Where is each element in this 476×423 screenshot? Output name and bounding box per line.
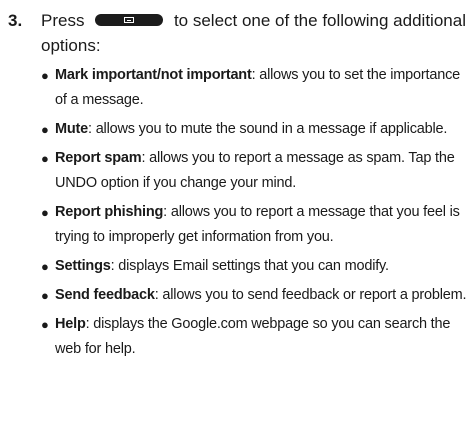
bullet-icon: ● <box>41 317 49 332</box>
option-term: Report spam <box>55 150 142 166</box>
option-term: Settings <box>55 258 111 274</box>
bullet-icon: ● <box>41 151 49 166</box>
option-term: Report phishing <box>55 204 164 220</box>
bullet-icon: ● <box>41 122 49 137</box>
step-instruction: Press to select one of the following add… <box>41 8 470 58</box>
step-3: 3. Press to select one of the following … <box>8 8 470 362</box>
list-item: ● Report spam: allows you to report a mes… <box>41 146 470 196</box>
list-item: ● Settings: displays Email settings that … <box>41 254 470 279</box>
option-description: : allows you to send feedback or report … <box>154 287 467 303</box>
option-term: Help <box>55 316 86 332</box>
menu-key-icon <box>95 14 164 27</box>
step-text-before: Press <box>41 11 85 30</box>
bullet-icon: ● <box>41 259 49 274</box>
option-description: : allows you to mute the sound in a mess… <box>88 121 448 137</box>
list-item: ● Mark important/not important: allows yo… <box>41 63 470 113</box>
bullet-icon: ● <box>41 288 49 303</box>
list-item: ● Mute: allows you to mute the sound in a… <box>41 117 470 142</box>
options-list: ● Mark important/not important : allows yo… <box>8 63 470 362</box>
step-number: 3. <box>8 11 23 30</box>
bullet-icon: ● <box>41 68 49 83</box>
option-description: : displays the Google.com webpage so you… <box>55 316 451 357</box>
option-term: Send feedback <box>55 287 155 303</box>
step-heading: 3. Press to select one of the following … <box>8 8 470 58</box>
option-term: Mute <box>55 121 89 137</box>
menu-glyph-icon <box>124 17 135 24</box>
bullet-icon: ● <box>41 205 49 220</box>
option-description: : displays Email settings that you can m… <box>110 258 389 274</box>
option-term: Mark important/not important <box>55 67 252 83</box>
list-item: ● Help: displays the Google.com webpage s… <box>41 312 470 362</box>
list-item: ● Send feedback: allows you to send feedb… <box>41 283 470 308</box>
list-item: ● Report phishing: allows you to report a… <box>41 200 470 250</box>
